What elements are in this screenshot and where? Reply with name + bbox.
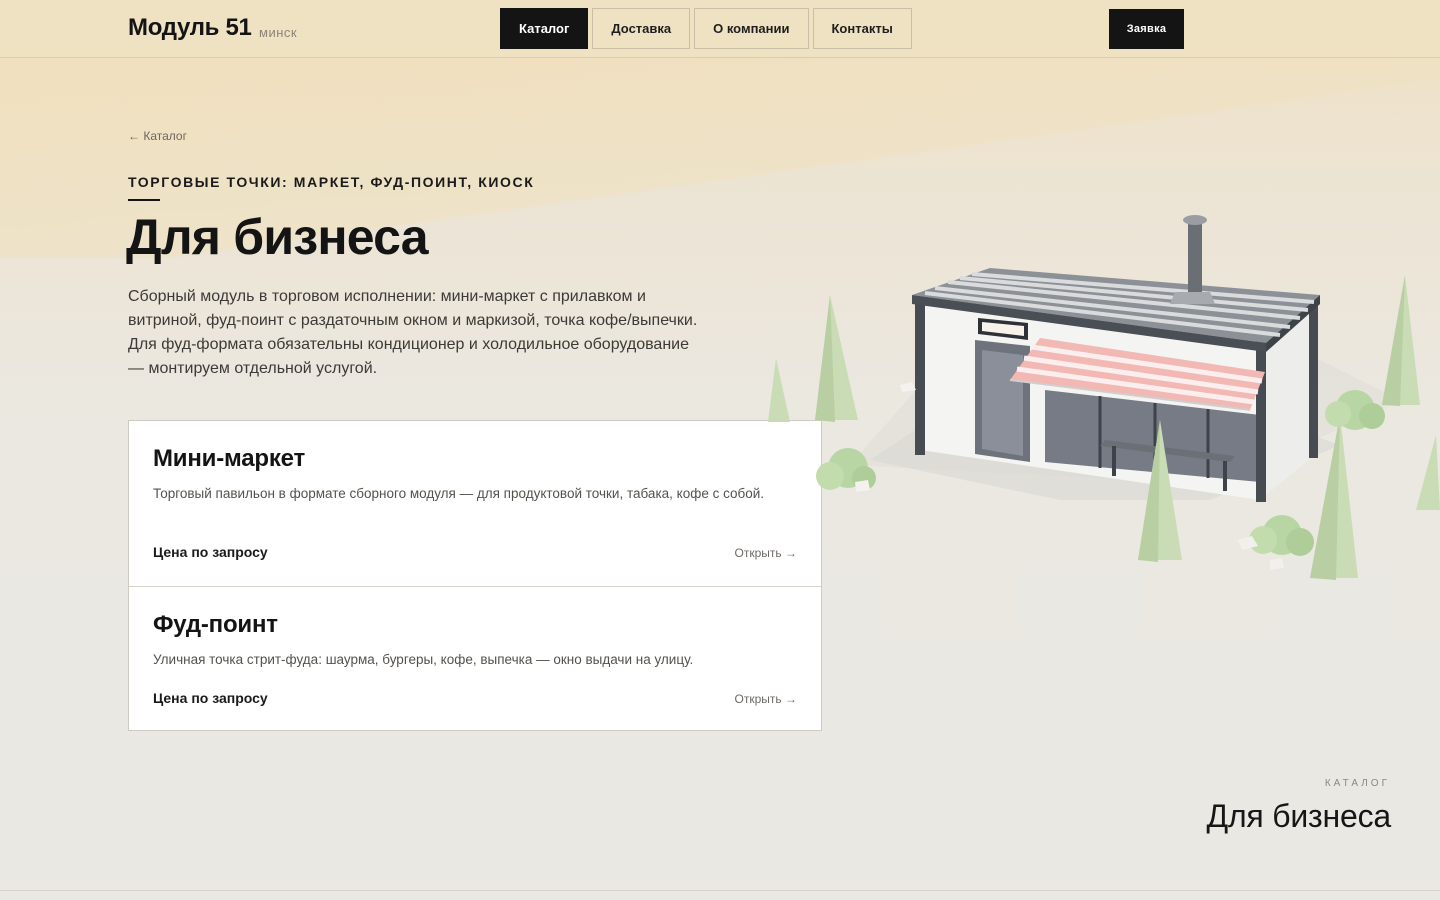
product-title: Фуд-поинт bbox=[153, 611, 278, 638]
nav-item-delivery[interactable]: Доставка bbox=[592, 8, 691, 49]
divider bbox=[0, 890, 1440, 891]
product-list: Мини-маркет Торговый павильон в формате … bbox=[128, 420, 822, 731]
tree-icon bbox=[768, 358, 790, 422]
open-link[interactable]: Открыть → bbox=[735, 692, 797, 706]
kiosk-module-illustration bbox=[768, 215, 1440, 580]
eyebrow-underline bbox=[128, 199, 160, 201]
tree-icon bbox=[1416, 435, 1440, 510]
product-price: Цена по запросу bbox=[153, 690, 268, 706]
section-eyebrow: ТОРГОВЫЕ ТОЧКИ: МАРКЕТ, ФУД-ПОИНТ, КИОСК bbox=[128, 174, 535, 190]
back-to-catalog-link[interactable]: ← Каталог bbox=[128, 129, 187, 143]
nav-item-catalog[interactable]: Каталог bbox=[500, 8, 589, 49]
nav-item-contacts[interactable]: Контакты bbox=[812, 8, 912, 49]
product-card-food-point[interactable]: Фуд-поинт Уличная точка стрит-фуда: шаур… bbox=[129, 586, 821, 730]
nav-item-about[interactable]: О компании bbox=[694, 8, 809, 49]
tree-icon bbox=[1382, 275, 1420, 406]
request-button[interactable]: Заявка bbox=[1109, 9, 1184, 49]
product-price: Цена по запросу bbox=[153, 544, 268, 560]
product-card-mini-market[interactable]: Мини-маркет Торговый павильон в формате … bbox=[129, 421, 821, 586]
bush-icon bbox=[1249, 515, 1314, 556]
product-description: Уличная точка стрит-фуда: шаурма, бургер… bbox=[153, 652, 694, 667]
page-lead: Сборный модуль в торговом исполнении: ми… bbox=[128, 288, 698, 377]
main-nav: Каталог Доставка О компании Контакты bbox=[500, 8, 912, 49]
product-description: Торговый павильон в формате сборного мод… bbox=[153, 486, 765, 501]
site-header: Модуль 51 минск Каталог Доставка О компа… bbox=[0, 0, 1440, 58]
page-title: Для бизнеса bbox=[126, 209, 429, 265]
section-caption-small: КАТАЛОГ bbox=[1324, 778, 1390, 789]
city-label: минск bbox=[259, 25, 298, 40]
tree-icon bbox=[815, 295, 858, 422]
section-caption-title: Для бизнеса bbox=[1206, 798, 1391, 834]
product-title: Мини-маркет bbox=[153, 445, 306, 472]
site-logo[interactable]: Модуль 51 bbox=[128, 14, 252, 42]
